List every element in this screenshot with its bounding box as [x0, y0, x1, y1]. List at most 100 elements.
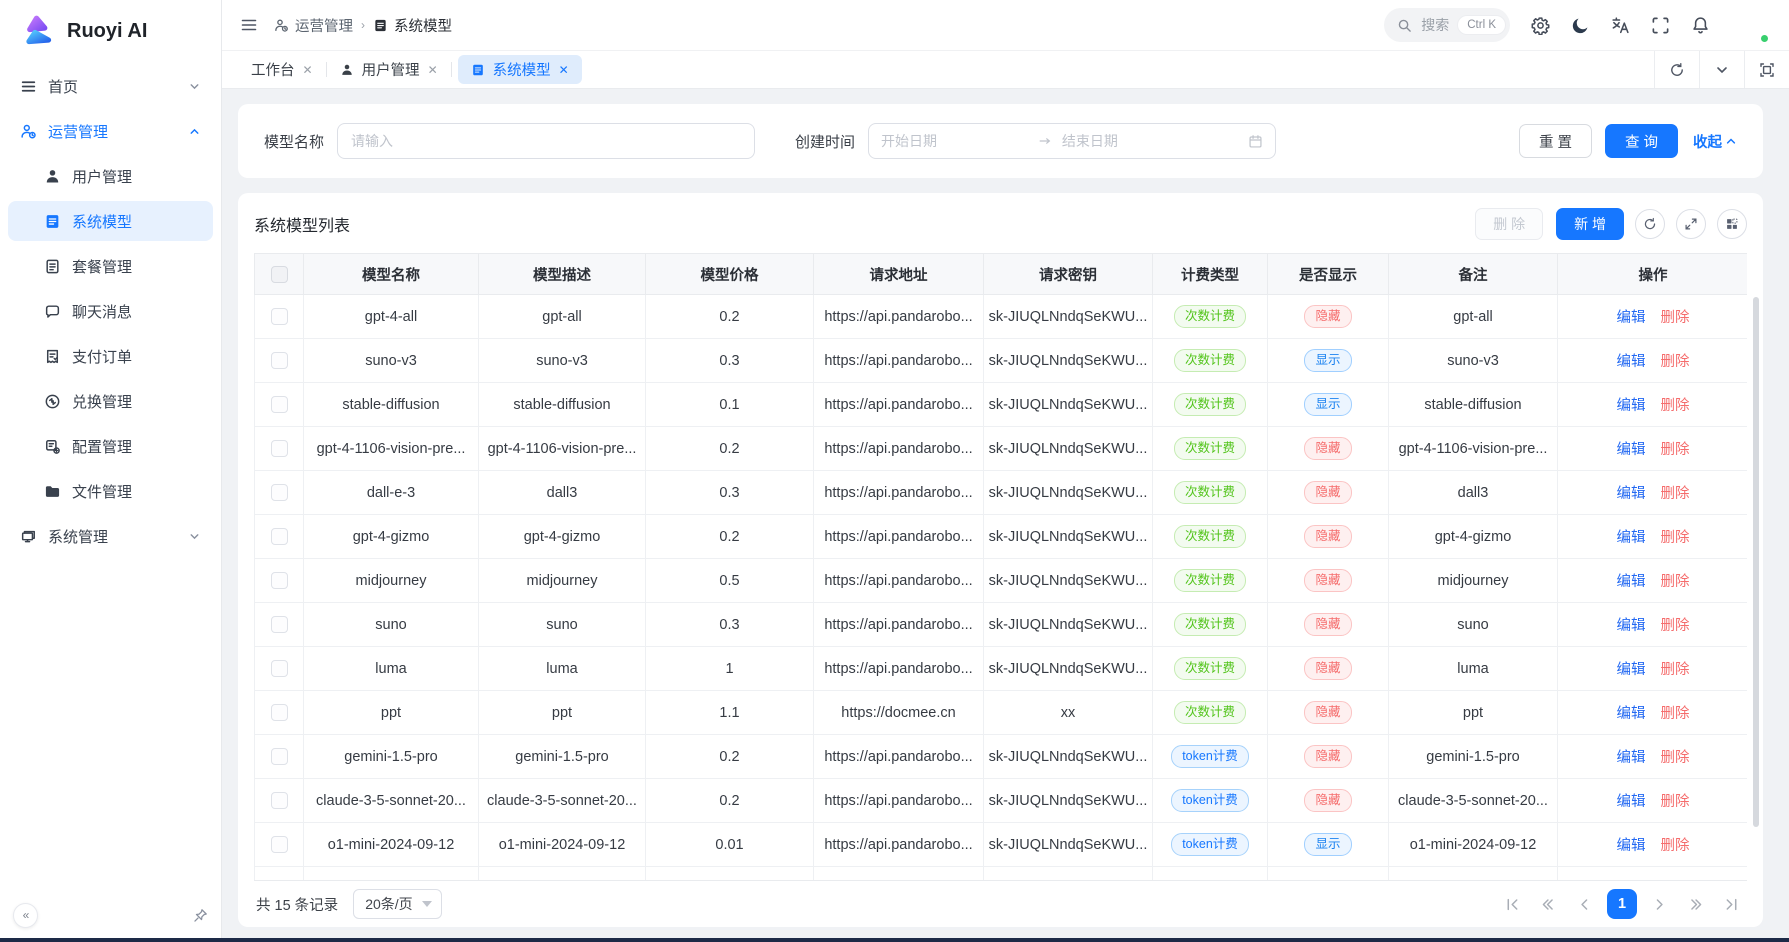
- sidebar-item-packages[interactable]: 套餐管理: [8, 246, 213, 286]
- expand-table-icon[interactable]: [1676, 209, 1706, 239]
- delete-link[interactable]: 删除: [1661, 310, 1690, 326]
- delete-selected-button[interactable]: 删 除: [1475, 208, 1543, 240]
- sidebar-item-system-models[interactable]: 系统模型: [8, 201, 213, 241]
- row-select-cell: [255, 559, 304, 603]
- add-button[interactable]: 新 增: [1556, 208, 1624, 240]
- row-checkbox[interactable]: [271, 836, 288, 853]
- current-page-button[interactable]: 1: [1607, 889, 1637, 919]
- billing-type-cell: 次数计费: [1153, 603, 1268, 647]
- row-checkbox[interactable]: [271, 748, 288, 765]
- first-page-icon[interactable]: [1499, 891, 1526, 918]
- global-search[interactable]: 搜索 Ctrl K: [1384, 8, 1510, 42]
- maximize-content-icon[interactable]: [1744, 51, 1789, 88]
- next-page-icon[interactable]: [1646, 891, 1673, 918]
- delete-link[interactable]: 删除: [1661, 750, 1690, 766]
- delete-link[interactable]: 删除: [1661, 398, 1690, 414]
- edit-link[interactable]: 编辑: [1617, 662, 1646, 678]
- back-5-pages-icon[interactable]: [1535, 891, 1562, 918]
- delete-link[interactable]: 删除: [1661, 442, 1690, 458]
- last-page-icon[interactable]: [1718, 891, 1745, 918]
- forward-5-pages-icon[interactable]: [1682, 891, 1709, 918]
- reset-button[interactable]: 重 置: [1519, 124, 1592, 158]
- row-checkbox[interactable]: [271, 704, 288, 721]
- sidebar-toggle-icon[interactable]: [240, 16, 258, 34]
- sidebar-item-home[interactable]: 首页: [8, 66, 213, 106]
- sidebar-item-payment-orders[interactable]: 支付订单: [8, 336, 213, 376]
- tab-menu-chevron-icon[interactable]: [1699, 51, 1744, 88]
- notifications-bell-icon[interactable]: [1691, 16, 1710, 35]
- page-size-select[interactable]: 20条/页: [353, 889, 441, 919]
- edit-link[interactable]: 编辑: [1617, 530, 1646, 546]
- settings-gear-icon[interactable]: [1531, 16, 1550, 35]
- delete-link[interactable]: 删除: [1661, 662, 1690, 678]
- edit-link[interactable]: 编辑: [1617, 398, 1646, 414]
- edit-link[interactable]: 编辑: [1617, 442, 1646, 458]
- delete-link[interactable]: 删除: [1661, 794, 1690, 810]
- sidebar-item-exchange[interactable]: 兑换管理: [8, 381, 213, 421]
- model-name-input[interactable]: [337, 123, 755, 159]
- scrollbar-thumb[interactable]: [1753, 297, 1759, 827]
- table-scrollbar[interactable]: [1753, 297, 1759, 873]
- fullscreen-icon[interactable]: [1651, 16, 1670, 35]
- delete-link[interactable]: 删除: [1661, 706, 1690, 722]
- sidebar-collapse-button[interactable]: «: [13, 903, 38, 928]
- dark-mode-moon-icon[interactable]: [1571, 16, 1590, 35]
- row-checkbox[interactable]: [271, 880, 288, 881]
- edit-link[interactable]: 编辑: [1617, 750, 1646, 766]
- refresh-tab-icon[interactable]: [1654, 51, 1699, 88]
- sidebar-item-config[interactable]: 配置管理: [8, 426, 213, 466]
- visibility-tag: 显示: [1304, 833, 1351, 857]
- refresh-table-icon[interactable]: [1635, 209, 1665, 239]
- tab-close-icon[interactable]: ✕: [559, 63, 569, 77]
- row-checkbox[interactable]: [271, 440, 288, 457]
- tab-close-icon[interactable]: ✕: [303, 63, 313, 77]
- model-name-cell: gpt-4-all: [304, 295, 479, 339]
- row-checkbox[interactable]: [271, 396, 288, 413]
- previous-page-icon[interactable]: [1571, 891, 1598, 918]
- row-checkbox[interactable]: [271, 528, 288, 545]
- edit-link[interactable]: 编辑: [1617, 486, 1646, 502]
- row-checkbox[interactable]: [271, 792, 288, 809]
- select-all-checkbox[interactable]: [271, 266, 288, 283]
- sidebar-item-operations[interactable]: 运营管理: [8, 111, 213, 151]
- tab-workbench[interactable]: 工作台 ✕: [238, 51, 326, 88]
- sidebar-item-user-management[interactable]: 用户管理: [8, 156, 213, 196]
- sidebar-item-system-management[interactable]: 系统管理: [8, 516, 213, 556]
- delete-link[interactable]: 删除: [1661, 574, 1690, 590]
- model-description-cell: [479, 867, 646, 882]
- row-checkbox[interactable]: [271, 484, 288, 501]
- create-time-range-input[interactable]: 开始日期 结束日期: [868, 123, 1276, 159]
- row-checkbox[interactable]: [271, 308, 288, 325]
- delete-link[interactable]: 删除: [1661, 618, 1690, 634]
- breadcrumb-item-system-models[interactable]: 系统模型: [373, 15, 452, 36]
- delete-link[interactable]: 删除: [1661, 354, 1690, 370]
- model-price-cell: 0.2: [646, 735, 814, 779]
- delete-link[interactable]: 删除: [1661, 486, 1690, 502]
- column-settings-icon[interactable]: [1717, 209, 1747, 239]
- pin-icon[interactable]: [193, 908, 208, 923]
- user-avatar[interactable]: [1731, 6, 1769, 44]
- delete-link[interactable]: 删除: [1661, 530, 1690, 546]
- breadcrumb-item-operations[interactable]: 运营管理: [274, 15, 353, 36]
- tab-close-icon[interactable]: ✕: [428, 63, 438, 77]
- tab-user-management[interactable]: 用户管理 ✕: [327, 51, 451, 88]
- edit-link[interactable]: 编辑: [1617, 574, 1646, 590]
- edit-link[interactable]: 编辑: [1617, 838, 1646, 854]
- edit-link[interactable]: 编辑: [1617, 354, 1646, 370]
- tab-system-models[interactable]: 系统模型 ✕: [458, 55, 582, 84]
- query-button[interactable]: 查 询: [1605, 124, 1678, 158]
- sidebar-item-files[interactable]: 文件管理: [8, 471, 213, 511]
- row-checkbox[interactable]: [271, 616, 288, 633]
- delete-link[interactable]: 删除: [1661, 838, 1690, 854]
- translate-icon[interactable]: [1611, 16, 1630, 35]
- row-checkbox[interactable]: [271, 572, 288, 589]
- row-checkbox[interactable]: [271, 660, 288, 677]
- edit-link[interactable]: 编辑: [1617, 618, 1646, 634]
- collapse-filters-link[interactable]: 收起: [1693, 131, 1737, 152]
- edit-link[interactable]: 编辑: [1617, 706, 1646, 722]
- sidebar-item-chat-messages[interactable]: 聊天消息: [8, 291, 213, 331]
- edit-link[interactable]: 编辑: [1617, 310, 1646, 326]
- edit-link[interactable]: 编辑: [1617, 794, 1646, 810]
- row-checkbox[interactable]: [271, 352, 288, 369]
- brand-logo[interactable]: Ruoyi AI: [0, 0, 221, 62]
